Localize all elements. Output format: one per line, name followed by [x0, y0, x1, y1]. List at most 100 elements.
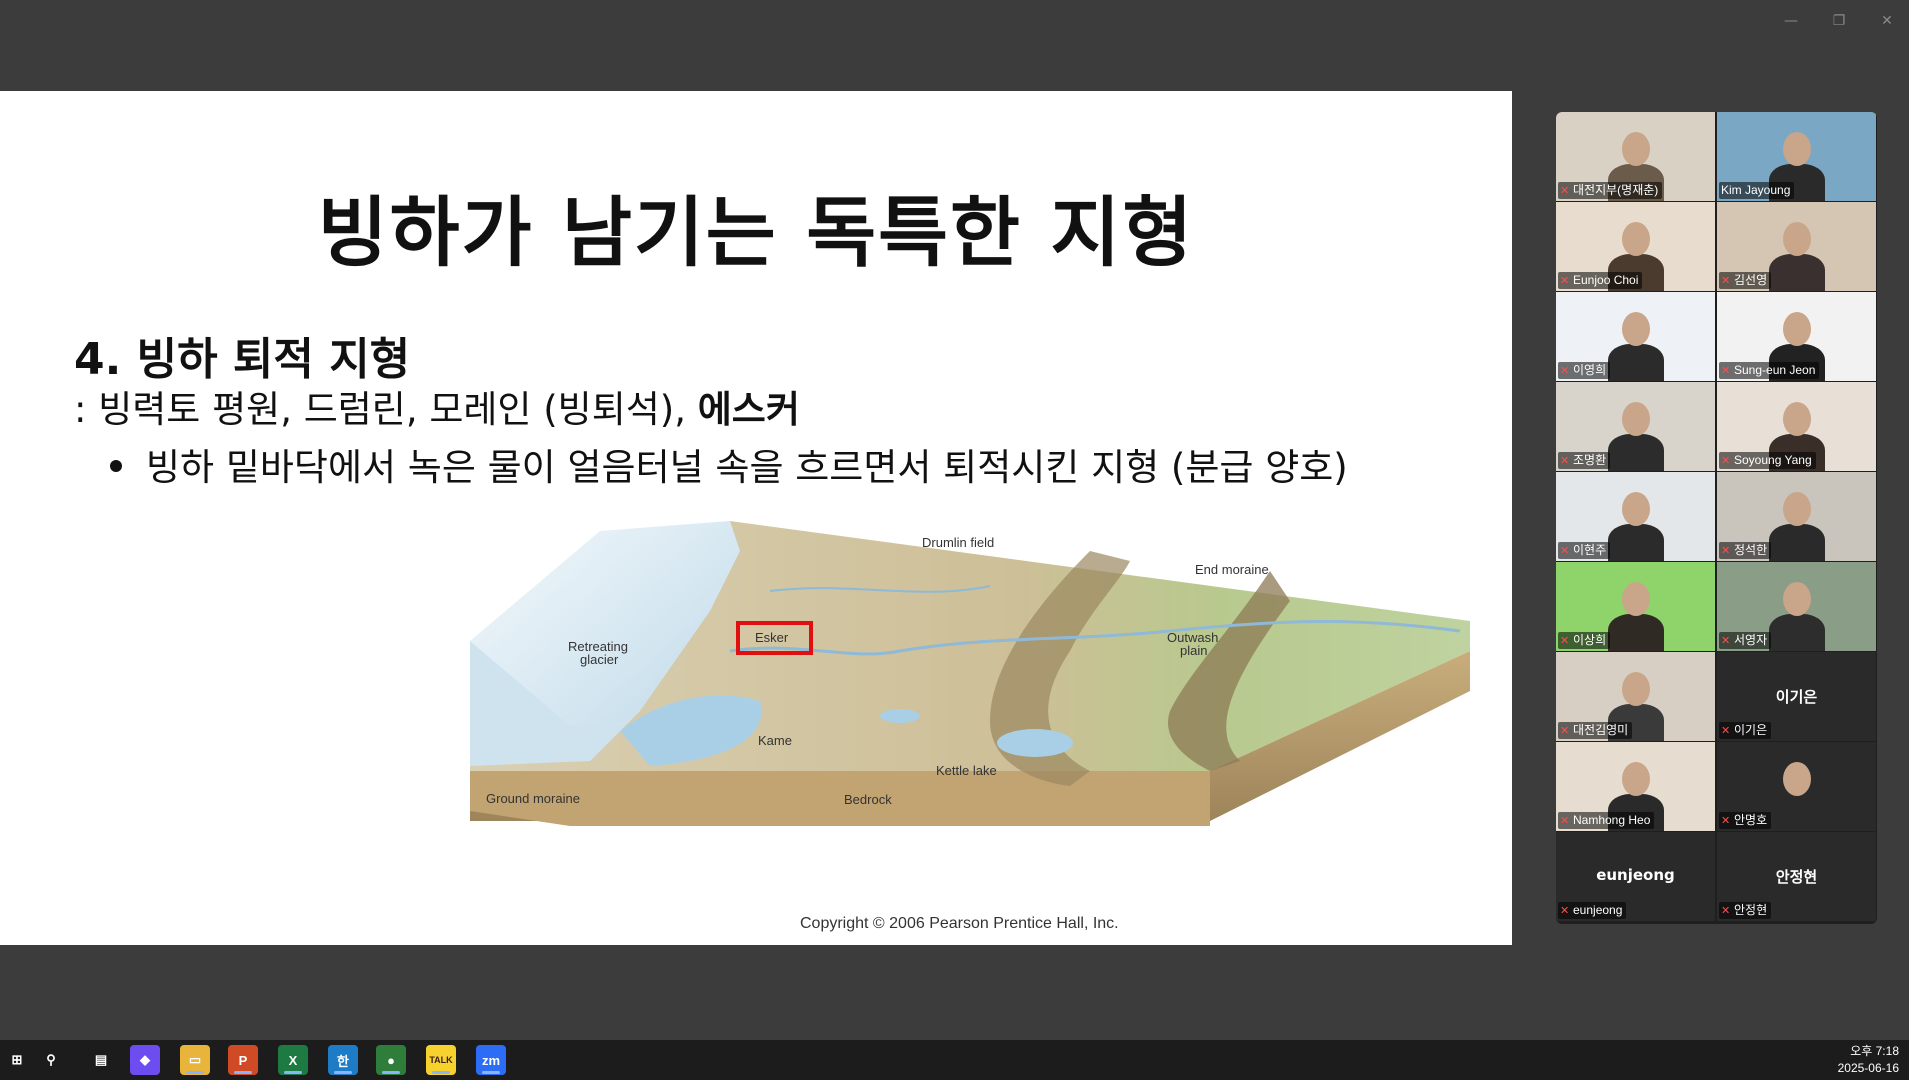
muted-mic-icon: ✕: [1721, 455, 1731, 467]
participant-head: [1783, 492, 1811, 526]
muted-mic-icon: ✕: [1721, 725, 1731, 737]
participant-head: [1622, 132, 1650, 166]
muted-mic-icon: ✕: [1721, 545, 1731, 557]
task-view-icon[interactable]: ▤: [86, 1045, 116, 1075]
label-kettle: Kettle lake: [936, 763, 997, 778]
participant-head: [1783, 312, 1811, 346]
minimize-button[interactable]: —: [1776, 10, 1806, 32]
participant-name-label: ✕ 이기은: [1719, 722, 1772, 739]
participant-display-name: eunjeong: [1596, 866, 1675, 884]
restore-button[interactable]: ❐: [1824, 10, 1854, 32]
chrome-icon[interactable]: ●: [376, 1045, 406, 1075]
participant-name-label: ✕ eunjeong: [1558, 902, 1627, 919]
label-end-moraine: End moraine: [1195, 562, 1269, 577]
participant-head: [1783, 222, 1811, 256]
running-indicator: [432, 1071, 450, 1074]
participant-tile[interactable]: ✕ 김선영: [1717, 202, 1876, 291]
participant-tile[interactable]: ✕ 조명환: [1556, 382, 1715, 471]
participant-tile[interactable]: ✕ 서영자: [1717, 562, 1876, 651]
close-button[interactable]: ✕: [1872, 10, 1902, 32]
participant-tile[interactable]: ✕ 정석한: [1717, 472, 1876, 561]
participant-tile[interactable]: 이기은 ✕ 이기은: [1717, 652, 1876, 741]
participant-name-label: ✕ Sung-eun Jeon: [1719, 362, 1820, 379]
participant-head: [1622, 762, 1650, 796]
start-icon[interactable]: ⊞: [2, 1045, 32, 1075]
slide-title: 빙하가 남기는 독특한 지형: [317, 188, 1195, 277]
participant-name: 안명호: [1734, 813, 1768, 827]
shared-slide: 빙하가 남기는 독특한 지형 4. 빙하 퇴적 지형 : 빙력토 평원, 드럼린…: [0, 91, 1512, 945]
participant-name-label: ✕ Soyoung Yang: [1719, 452, 1816, 469]
search-icon[interactable]: ⚲: [36, 1045, 66, 1075]
muted-mic-icon: ✕: [1560, 905, 1570, 917]
participant-head: [1783, 132, 1811, 166]
participant-name: 조명환: [1573, 453, 1607, 467]
participant-display-name: 안정현: [1775, 868, 1818, 886]
participant-tile[interactable]: ✕ 대전지부(명재춘): [1556, 112, 1715, 201]
participant-tile[interactable]: 안정현 ✕ 안정현: [1717, 832, 1876, 921]
participant-body: [1769, 794, 1825, 831]
muted-mic-icon: ✕: [1721, 905, 1731, 917]
glacial-landform-diagram: Drumlin field End moraine Retreating gla…: [470, 521, 1470, 826]
participant-tile[interactable]: ✕ 안명호: [1717, 742, 1876, 831]
clock-time: 오후 7:18: [1850, 1044, 1899, 1058]
hancom-icon[interactable]: 한: [328, 1045, 358, 1075]
participant-tile[interactable]: Kim Jayoung: [1717, 112, 1876, 201]
subline-text: : 빙력토 평원, 드럼린, 모레인 (빙퇴석),: [74, 388, 698, 431]
copilot-icon[interactable]: ◆: [130, 1045, 160, 1075]
system-clock[interactable]: 오후 7:18 2025-06-16: [1838, 1043, 1899, 1077]
participant-tile[interactable]: ✕ 대전김영미: [1556, 652, 1715, 741]
participant-gallery: ✕ 대전지부(명재춘) Kim Jayoung ✕ Eunjoo Choi ✕ 김선영 ✕ 이영…: [1556, 112, 1877, 924]
participant-tile[interactable]: eunjeong ✕ eunjeong: [1556, 832, 1715, 921]
file-explorer-icon[interactable]: ▭: [180, 1045, 210, 1075]
participant-name-label: ✕ 정석한: [1719, 542, 1772, 559]
kettle-lake-shape: [997, 729, 1073, 757]
running-indicator: [482, 1071, 500, 1074]
muted-mic-icon: ✕: [1560, 185, 1570, 197]
participant-name: 김선영: [1734, 273, 1768, 287]
label-drumlin: Drumlin field: [922, 535, 994, 550]
participant-head: [1622, 312, 1650, 346]
slide-bullet: 빙하 밑바닥에서 녹은 물이 얼음터널 속을 흐르면서 퇴적시킨 지형 (분급 …: [110, 437, 1348, 491]
excel-icon[interactable]: X: [278, 1045, 308, 1075]
label-glacier: glacier: [580, 652, 619, 667]
participant-name-label: ✕ Eunjoo Choi: [1558, 272, 1643, 289]
participant-head: [1783, 402, 1811, 436]
kakaotalk-icon[interactable]: TALK: [426, 1045, 456, 1075]
participant-head: [1622, 222, 1650, 256]
clock-date: 2025-06-16: [1837, 1061, 1899, 1075]
participant-tile[interactable]: ✕ 이영희: [1556, 292, 1715, 381]
participant-name-label: Kim Jayoung: [1719, 182, 1795, 199]
running-indicator: [382, 1071, 400, 1074]
participant-tile[interactable]: ✕ Sung-eun Jeon: [1717, 292, 1876, 381]
muted-mic-icon: ✕: [1721, 815, 1731, 827]
participant-name: Namhong Heo: [1573, 813, 1651, 827]
participant-head: [1622, 672, 1650, 706]
powerpoint-icon[interactable]: P: [228, 1045, 258, 1075]
participant-body: [1769, 254, 1825, 291]
participant-name: 이상희: [1573, 633, 1607, 647]
running-indicator: [284, 1071, 302, 1074]
participant-name-label: ✕ 안명호: [1719, 812, 1772, 829]
slide-heading: 4. 빙하 퇴적 지형: [74, 334, 411, 385]
zoom-icon[interactable]: zm: [476, 1045, 506, 1075]
participant-name: 안정현: [1734, 903, 1768, 917]
participant-display-name: 이기은: [1775, 688, 1818, 706]
participant-tile[interactable]: ✕ 이현주: [1556, 472, 1715, 561]
muted-mic-icon: ✕: [1721, 635, 1731, 647]
participant-tile[interactable]: ✕ 이상희: [1556, 562, 1715, 651]
participant-tile[interactable]: ✕ Soyoung Yang: [1717, 382, 1876, 471]
participant-name-label: ✕ 조명환: [1558, 452, 1611, 469]
muted-mic-icon: ✕: [1560, 725, 1570, 737]
participant-name: Soyoung Yang: [1734, 453, 1812, 467]
muted-mic-icon: ✕: [1560, 275, 1570, 287]
participant-tile[interactable]: ✕ Eunjoo Choi: [1556, 202, 1715, 291]
participant-name: 대전김영미: [1573, 723, 1629, 737]
participant-name: 이현주: [1573, 543, 1607, 557]
label-bedrock: Bedrock: [844, 792, 892, 807]
label-ground-moraine: Ground moraine: [486, 791, 580, 806]
participant-body: [1608, 344, 1664, 381]
participant-body: [1769, 524, 1825, 561]
participant-head: [1622, 402, 1650, 436]
label-plain: plain: [1180, 643, 1207, 658]
participant-tile[interactable]: ✕ Namhong Heo: [1556, 742, 1715, 831]
